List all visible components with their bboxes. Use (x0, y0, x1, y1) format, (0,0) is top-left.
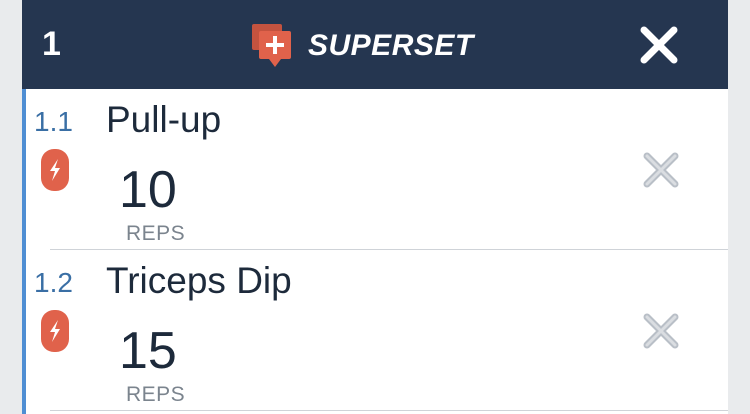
remove-icon (643, 313, 679, 349)
exercise-number: 1.2 (34, 267, 73, 298)
exercise-list: 1.1 Pull-up 10 REPS 1.2 Triceps Dip 15 R… (22, 89, 728, 414)
bolt-badge-icon (41, 149, 69, 191)
reps-value[interactable]: 10 (119, 163, 177, 217)
remove-exercise-button[interactable] (640, 310, 682, 352)
remove-exercise-button[interactable] (640, 149, 682, 191)
reps-value[interactable]: 15 (119, 324, 177, 378)
row-divider (50, 410, 728, 411)
exercise-row[interactable]: 1.2 Triceps Dip 15 REPS (26, 250, 728, 411)
superset-title-group: SUPERSET (250, 22, 474, 70)
close-button[interactable] (638, 24, 680, 66)
exercise-number: 1.1 (34, 106, 73, 137)
close-icon (640, 26, 678, 64)
remove-icon (643, 152, 679, 188)
superset-index: 1 (42, 25, 61, 63)
reps-label: REPS (126, 222, 186, 245)
exercise-name: Triceps Dip (106, 260, 292, 301)
exercise-row[interactable]: 1.1 Pull-up 10 REPS (26, 89, 728, 250)
superset-title: SUPERSET (308, 29, 474, 62)
exercise-name: Pull-up (106, 99, 222, 140)
bolt-badge-icon (41, 310, 69, 352)
reps-label: REPS (126, 383, 186, 406)
superset-header: 1 SUPERSET (22, 0, 728, 89)
superset-add-icon (252, 24, 291, 67)
superset-screen: 1 SUPERSET 1.1 Pull-up 10 REPS 1.2 Trice… (0, 0, 750, 414)
